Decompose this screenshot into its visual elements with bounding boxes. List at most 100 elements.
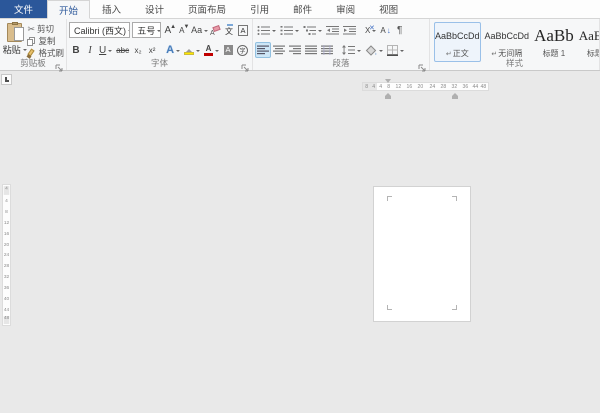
borders-icon: [387, 45, 398, 56]
chevron-down-icon: [128, 30, 130, 34]
increase-indent-icon: [343, 25, 356, 36]
vertical-ruler[interactable]: 4 4 8 12 16 20 24 28 32 36 40 44 48: [2, 184, 11, 326]
align-right-icon: [289, 45, 301, 55]
paragraph-group-label: 段落: [253, 57, 429, 69]
paste-icon: [7, 23, 22, 42]
enclose-characters-button[interactable]: 字: [235, 42, 250, 58]
chevron-down-icon: [272, 30, 276, 34]
ruler-v-scale: 4 8 12 16 20 24 28 32 36 40 44: [3, 196, 10, 315]
align-right-button[interactable]: [287, 42, 303, 58]
font-size-combo[interactable]: 五号: [132, 22, 161, 38]
left-indent-marker[interactable]: [385, 90, 391, 99]
align-left-button[interactable]: [255, 42, 271, 58]
style-heading-1[interactable]: AaBb 标题 1: [533, 22, 575, 62]
first-line-indent-marker[interactable]: [385, 79, 391, 86]
font-dialog-launcher-icon[interactable]: [241, 60, 250, 69]
underline-button[interactable]: U: [97, 42, 114, 58]
tab-page-layout[interactable]: 页面布局: [176, 0, 238, 18]
line-spacing-button[interactable]: [340, 42, 363, 58]
italic-button[interactable]: I: [83, 42, 97, 58]
clear-formatting-button[interactable]: A: [208, 22, 222, 38]
bold-button[interactable]: B: [69, 42, 83, 58]
shrink-font-button[interactable]: A▼: [177, 22, 191, 38]
change-case-button[interactable]: Aa: [191, 22, 208, 38]
chevron-down-icon: [295, 30, 299, 34]
cut-label: 剪切: [37, 23, 54, 35]
shading-button[interactable]: [363, 42, 385, 58]
decrease-indent-button[interactable]: [324, 22, 341, 38]
crop-mark-icon: [452, 196, 457, 201]
chevron-down-icon: [379, 50, 383, 54]
bullets-button[interactable]: [255, 22, 278, 38]
character-shading-button[interactable]: A: [221, 42, 235, 58]
strikethrough-button[interactable]: abc: [114, 42, 131, 58]
text-highlight-button[interactable]: [182, 42, 202, 58]
ruler-left-margin: 8 4: [363, 83, 377, 90]
grow-font-button[interactable]: A▲: [163, 22, 177, 38]
align-center-icon: [273, 45, 285, 55]
style-heading-2[interactable]: AaBbC 标题 2: [578, 22, 600, 62]
eraser-icon: A: [210, 24, 220, 36]
phonetic-guide-button[interactable]: 文: [222, 22, 236, 38]
tab-design[interactable]: 设计: [133, 0, 176, 18]
increase-indent-button[interactable]: [341, 22, 358, 38]
font-color-button[interactable]: A: [202, 42, 221, 58]
font-group-label: 字体: [67, 57, 252, 69]
tab-references[interactable]: 引用: [238, 0, 281, 18]
character-border-icon: A: [238, 25, 248, 36]
copy-button[interactable]: 复制: [27, 35, 64, 47]
show-hide-marks-button[interactable]: ¶: [393, 22, 407, 38]
asian-layout-icon: X✕: [365, 26, 370, 35]
ribbon-tab-bar: 文件 开始 插入 设计 页面布局 引用 邮件 审阅 视图: [0, 0, 600, 19]
horizontal-ruler[interactable]: 8 4 4 8 12 16 20 24 28 32 36 44 48: [362, 82, 489, 91]
tab-view[interactable]: 视图: [367, 0, 410, 18]
character-shading-icon: A: [224, 45, 233, 55]
justify-button[interactable]: [303, 42, 319, 58]
font-name-value: Calibri (西文): [74, 24, 126, 37]
asian-layout-button[interactable]: X✕: [363, 22, 378, 38]
tab-mailings[interactable]: 邮件: [281, 0, 324, 18]
sort-icon: A: [380, 26, 385, 35]
tab-insert[interactable]: 插入: [90, 0, 133, 18]
borders-button[interactable]: [385, 42, 406, 58]
text-effects-icon: A: [166, 44, 174, 56]
chevron-down-icon: [215, 50, 219, 54]
chevron-down-icon: [23, 49, 27, 53]
ruler-bottom-margin: 48: [4, 316, 10, 324]
chevron-down-icon: [318, 30, 322, 34]
font-color-icon: A: [204, 45, 213, 56]
numbering-button[interactable]: [278, 22, 301, 38]
tab-home[interactable]: 开始: [47, 0, 90, 19]
align-center-button[interactable]: [271, 42, 287, 58]
font-name-combo[interactable]: Calibri (西文): [69, 22, 130, 38]
sort-arrow-icon: ↓: [387, 26, 391, 35]
right-indent-marker[interactable]: [452, 90, 458, 99]
paste-button[interactable]: 粘贴: [2, 21, 27, 58]
paint-bucket-icon: [365, 45, 377, 56]
tab-stop-selector[interactable]: [1, 74, 12, 85]
cut-button[interactable]: ✂ 剪切: [27, 23, 64, 35]
document-page[interactable]: [373, 186, 471, 322]
style-normal[interactable]: AaBbCcDd ↵正文: [434, 22, 481, 62]
crop-mark-icon: [387, 196, 392, 201]
tab-file[interactable]: 文件: [0, 0, 47, 18]
subscript-button[interactable]: x₂: [131, 42, 145, 58]
font-size-value: 五号: [137, 24, 155, 37]
tab-review[interactable]: 审阅: [324, 0, 367, 18]
multilevel-list-button[interactable]: [301, 22, 324, 38]
decrease-indent-icon: [326, 25, 339, 36]
character-border-button[interactable]: A: [236, 22, 250, 38]
group-clipboard: 粘贴 ✂ 剪切 复制 格式刷 剪贴板: [0, 19, 67, 70]
sort-button[interactable]: A↓: [378, 22, 392, 38]
pilcrow-icon: ¶: [397, 25, 402, 36]
paragraph-dialog-launcher-icon[interactable]: [418, 60, 427, 69]
style-preview: AaBb: [534, 23, 574, 48]
clipboard-dialog-launcher-icon[interactable]: [55, 60, 64, 69]
superscript-button[interactable]: x²: [145, 42, 159, 58]
group-styles: AaBbCcDd ↵正文 AaBbCcDd ↵无间隔 AaBb 标题 1 AaB…: [430, 19, 600, 70]
multilevel-list-icon: [303, 25, 316, 36]
text-effects-button[interactable]: A: [164, 42, 182, 58]
distributed-button[interactable]: [319, 42, 335, 58]
style-no-spacing[interactable]: AaBbCcDd ↵无间隔: [484, 22, 531, 62]
highlighter-icon: [184, 46, 194, 55]
